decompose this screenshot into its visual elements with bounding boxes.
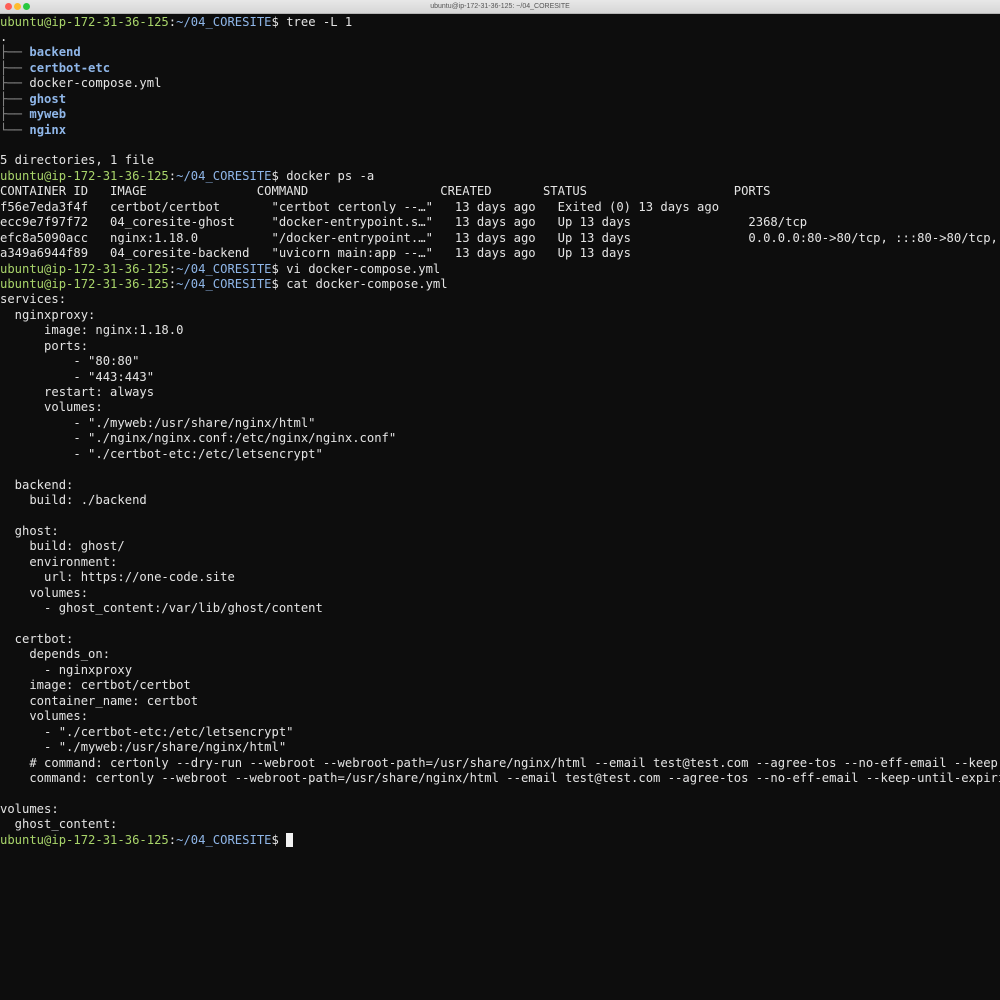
compose-line [0, 462, 1000, 477]
compose-line: # command: certonly --dry-run --webroot … [0, 755, 1000, 770]
tree-branch-glyph: ├── [0, 45, 30, 60]
compose-line: certbot: [0, 632, 74, 646]
prompt-line: ubuntu@ip-172-31-36-125:~/04_CORESITE$ d… [0, 169, 1000, 184]
docker-ps-row: a349a6944f89 04_coresite-backend "uvicor… [0, 246, 632, 261]
compose-line: environment: [0, 554, 118, 569]
compose-line: - "./certbot-etc:/etc/letsencrypt" [0, 446, 323, 461]
compose-line: volumes: [0, 400, 103, 415]
docker-ps-row: efc8a5090acc nginx:1.18.0 "/docker-entry… [0, 230, 1000, 245]
compose-line: restart: always [0, 385, 155, 399]
compose-line [0, 786, 1000, 801]
command-text: docker ps -a [286, 168, 375, 183]
compose-line: backend: [0, 477, 74, 492]
prompt-user-host: ubuntu@ip-172-31-36-125 [0, 276, 169, 291]
prompt-suffix: $ [271, 168, 287, 183]
prompt-user-host: ubuntu@ip-172-31-36-125 [0, 168, 169, 183]
compose-line: container_name: certbot [0, 693, 199, 708]
compose-line: command: certonly --webroot --webroot-pa… [0, 770, 1000, 785]
tree-branch-glyph: ├── [0, 60, 30, 75]
compose-line: volumes: [0, 709, 89, 724]
tree-entry-name: docker-compose.yml [29, 76, 162, 91]
prompt-user-host: ubuntu@ip-172-31-36-125 [0, 832, 169, 847]
compose-line: - "443:443" [0, 369, 155, 384]
prompt-line: ubuntu@ip-172-31-36-125:~/04_CORESITE$ v… [0, 262, 1000, 277]
prompt-separator: : [168, 168, 177, 183]
prompt-suffix: $ [271, 276, 287, 291]
tree-summary: 5 directories, 1 file [0, 153, 155, 168]
tree-entry: ├── backend [0, 45, 1000, 60]
command-text: tree -L 1 [286, 14, 353, 29]
tree-entry: ├── myweb [0, 107, 1000, 122]
title-bar: ubuntu@ip-172-31-36-125: ~/04_CORESITE [0, 0, 1000, 14]
prompt-line: ubuntu@ip-172-31-36-125:~/04_CORESITE$ c… [0, 277, 1000, 292]
terminal-output[interactable]: ubuntu@ip-172-31-36-125:~/04_CORESITE$ t… [0, 15, 1000, 1000]
prompt-separator: : [168, 832, 177, 847]
compose-line [0, 509, 1000, 524]
prompt-path: ~/04_CORESITE [176, 168, 272, 183]
tree-entry-name: backend [29, 45, 81, 60]
compose-line: - "./myweb:/usr/share/nginx/html" [0, 740, 287, 755]
prompt-suffix: $ [271, 261, 287, 276]
compose-line: ghost: [0, 523, 59, 538]
compose-line: - "./myweb:/usr/share/nginx/html" [0, 415, 316, 430]
compose-line: ghost_content: [0, 817, 118, 832]
prompt-separator: : [168, 261, 177, 276]
tree-entry: ├── docker-compose.yml [0, 76, 1000, 91]
tree-entry: ├── certbot-etc [0, 61, 1000, 76]
compose-line: depends_on: [0, 647, 111, 662]
compose-line: - "80:80" [0, 354, 140, 369]
prompt-path: ~/04_CORESITE [176, 261, 272, 276]
docker-ps-header: CONTAINER ID IMAGE COMMAND CREATED STATU… [0, 184, 771, 199]
compose-line: image: certbot/certbot [0, 678, 191, 693]
tree-entry-name: myweb [29, 107, 67, 122]
compose-line: build: ./backend [0, 493, 147, 508]
compose-line: nginxproxy: [0, 307, 96, 322]
tree-entry: ├── ghost [0, 92, 1000, 107]
compose-line: services: [0, 292, 67, 307]
text-cursor [286, 832, 294, 847]
prompt-user-host: ubuntu@ip-172-31-36-125 [0, 14, 169, 29]
tree-entry: └── nginx [0, 123, 1000, 138]
docker-ps-row: f56e7eda3f4f certbot/certbot "certbot ce… [0, 199, 720, 214]
compose-line: url: https://one-code.site [0, 570, 235, 585]
prompt-line-current[interactable]: ubuntu@ip-172-31-36-125:~/04_CORESITE$ [0, 832, 1000, 848]
compose-line: ports: [0, 338, 89, 353]
prompt-path: ~/04_CORESITE [176, 832, 272, 847]
prompt-line: ubuntu@ip-172-31-36-125:~/04_CORESITE$ t… [0, 15, 1000, 30]
compose-line: volumes: [0, 801, 59, 816]
command-text: vi docker-compose.yml [286, 261, 441, 276]
compose-line: image: nginx:1.18.0 [0, 323, 184, 338]
compose-line: build: ghost/ [0, 539, 125, 554]
tree-root: . [0, 29, 8, 44]
prompt-path: ~/04_CORESITE [176, 14, 272, 29]
compose-line: volumes: [0, 585, 89, 600]
compose-line: - "./nginx/nginx.conf:/etc/nginx/nginx.c… [0, 431, 397, 446]
prompt-suffix: $ [271, 14, 287, 29]
prompt-user-host: ubuntu@ip-172-31-36-125 [0, 261, 169, 276]
compose-line: - "./certbot-etc:/etc/letsencrypt" [0, 724, 294, 739]
compose-line: - ghost_content:/var/lib/ghost/content [0, 601, 323, 616]
tree-entry-name: nginx [29, 122, 67, 137]
tree-branch-glyph: ├── [0, 107, 30, 122]
prompt-suffix: $ [271, 832, 287, 847]
command-text: cat docker-compose.yml [286, 276, 448, 291]
tree-branch-glyph: └── [0, 122, 30, 137]
prompt-separator: : [168, 14, 177, 29]
tree-entry-name: certbot-etc [29, 60, 111, 75]
prompt-path: ~/04_CORESITE [176, 276, 272, 291]
compose-line: - nginxproxy [0, 662, 133, 677]
tree-entry-name: ghost [29, 91, 67, 106]
tree-branch-glyph: ├── [0, 91, 30, 106]
docker-ps-row: ecc9e7f97f72 04_coresite-ghost "docker-e… [0, 215, 808, 230]
terminal-window: ubuntu@ip-172-31-36-125: ~/04_CORESITE u… [0, 0, 1000, 1000]
prompt-separator: : [168, 276, 177, 291]
tree-branch-glyph: ├── [0, 76, 30, 91]
window-title: ubuntu@ip-172-31-36-125: ~/04_CORESITE [430, 3, 570, 10]
compose-line [0, 617, 1000, 632]
